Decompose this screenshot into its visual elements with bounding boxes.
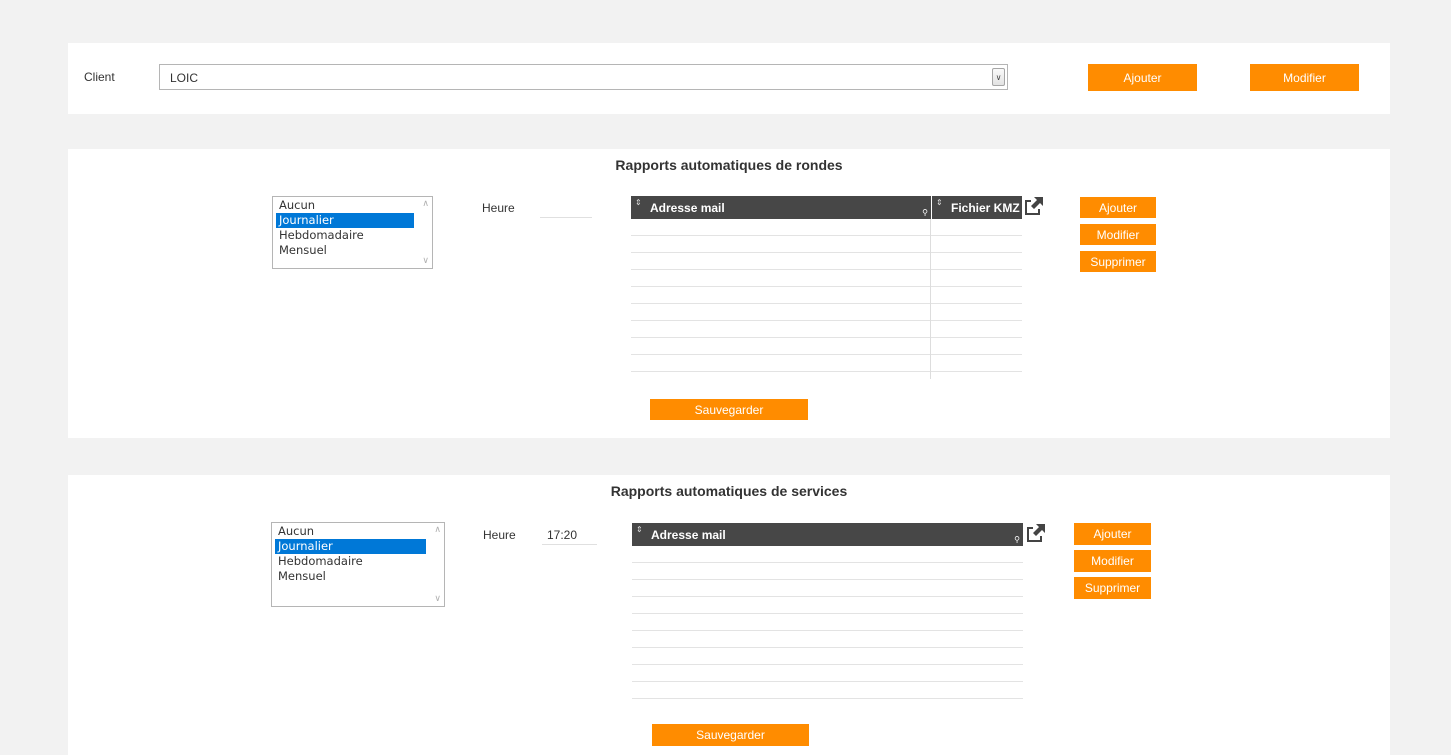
client-label: Client	[84, 70, 115, 84]
frequency-option[interactable]: Journalier	[276, 213, 414, 228]
table-row[interactable]	[632, 563, 1023, 580]
rondes-panel: Rapports automatiques de rondes Aucun Jou…	[68, 149, 1390, 438]
services-mail-grid: ⇕ Adresse mail ⚲	[632, 523, 1023, 704]
services-hour-input[interactable]: 17:20	[542, 528, 597, 545]
search-icon[interactable]: ⚲	[922, 208, 928, 217]
table-row[interactable]	[632, 682, 1023, 699]
sort-icon[interactable]: ⇕	[936, 198, 943, 207]
table-row[interactable]	[631, 236, 1022, 253]
client-select-value: LOIC	[170, 71, 199, 85]
edit-email-button[interactable]: Modifier	[1080, 224, 1156, 245]
add-client-button[interactable]: Ajouter	[1088, 64, 1197, 91]
table-row[interactable]	[632, 631, 1023, 648]
client-select[interactable]: LOIC ∨	[159, 64, 1008, 90]
column-label-email: Adresse mail	[650, 200, 725, 215]
delete-email-button[interactable]: Supprimer	[1080, 251, 1156, 272]
services-frequency-listbox[interactable]: Aucun Journalier Hebdomadaire Mensuel ∧ ∨	[271, 522, 445, 607]
column-label-kmz: Fichier KMZ	[951, 200, 1020, 215]
rondes-mail-grid: ⇕ Adresse mail ⚲ ⇕ Fichier KMZ	[631, 196, 1022, 379]
table-row[interactable]	[631, 253, 1022, 270]
save-button[interactable]: Sauvegarder	[652, 724, 809, 746]
table-row[interactable]	[632, 580, 1023, 597]
sort-icon[interactable]: ⇕	[636, 525, 643, 534]
export-icon[interactable]	[1023, 195, 1045, 217]
table-row[interactable]	[631, 219, 1022, 236]
table-row[interactable]	[632, 665, 1023, 682]
frequency-option[interactable]: Aucun	[276, 198, 414, 213]
rondes-title: Rapports automatiques de rondes	[615, 157, 843, 173]
export-icon[interactable]	[1025, 522, 1047, 544]
table-row[interactable]	[631, 270, 1022, 287]
scroll-down-icon[interactable]: ∨	[422, 256, 429, 266]
rondes-hour-label: Heure	[482, 201, 515, 215]
client-panel: Client LOIC ∨ Ajouter Modifier	[68, 43, 1390, 114]
frequency-option[interactable]: Journalier	[275, 539, 426, 554]
table-row[interactable]	[632, 597, 1023, 614]
sort-icon[interactable]: ⇕	[635, 198, 642, 207]
table-row[interactable]	[632, 648, 1023, 665]
services-title: Rapports automatiques de services	[610, 483, 848, 499]
save-button[interactable]: Sauvegarder	[650, 399, 808, 420]
edit-client-button[interactable]: Modifier	[1250, 64, 1359, 91]
frequency-option[interactable]: Mensuel	[276, 243, 414, 258]
table-row[interactable]	[632, 614, 1023, 631]
delete-email-button[interactable]: Supprimer	[1074, 577, 1151, 599]
scroll-down-icon[interactable]: ∨	[434, 594, 441, 604]
frequency-option[interactable]: Hebdomadaire	[275, 554, 426, 569]
rondes-frequency-listbox[interactable]: Aucun Journalier Hebdomadaire Mensuel ∧ ∨	[272, 196, 433, 269]
edit-email-button[interactable]: Modifier	[1074, 550, 1151, 572]
add-email-button[interactable]: Ajouter	[1074, 523, 1151, 545]
table-row[interactable]	[631, 338, 1022, 355]
table-row[interactable]	[631, 287, 1022, 304]
column-label-email: Adresse mail	[651, 527, 726, 542]
table-row[interactable]	[631, 355, 1022, 372]
chevron-down-icon[interactable]: ∨	[992, 68, 1005, 86]
table-row[interactable]	[631, 321, 1022, 338]
services-hour-value: 17:20	[547, 528, 578, 542]
rondes-hour-input[interactable]	[540, 217, 592, 218]
frequency-option[interactable]: Hebdomadaire	[276, 228, 414, 243]
services-panel: Rapports automatiques de services Aucun J…	[68, 475, 1390, 755]
add-email-button[interactable]: Ajouter	[1080, 197, 1156, 218]
scroll-up-icon[interactable]: ∧	[434, 525, 441, 535]
frequency-option[interactable]: Aucun	[275, 524, 426, 539]
column-header-email[interactable]: ⇕ Adresse mail ⚲	[631, 196, 931, 219]
table-row[interactable]	[631, 304, 1022, 321]
services-hour-label: Heure	[483, 528, 516, 542]
table-row[interactable]	[632, 546, 1023, 563]
frequency-option[interactable]: Mensuel	[275, 569, 426, 584]
column-divider	[930, 219, 931, 379]
column-header-email[interactable]: ⇕ Adresse mail ⚲	[632, 523, 1023, 546]
column-header-kmz[interactable]: ⇕ Fichier KMZ	[931, 196, 1022, 219]
search-icon[interactable]: ⚲	[1014, 535, 1020, 544]
scroll-up-icon[interactable]: ∧	[422, 199, 429, 209]
